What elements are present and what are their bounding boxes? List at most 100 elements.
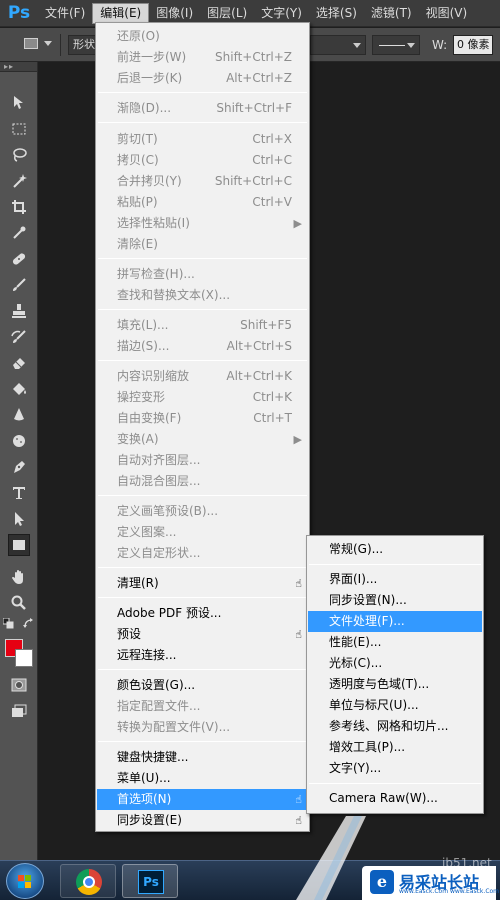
pen-tool-icon[interactable] (8, 456, 30, 478)
submenu-item-file-handling[interactable]: 文件处理(F)... (308, 611, 482, 632)
brush-tool-icon[interactable] (8, 274, 30, 296)
photoshop-logo: Ps (7, 3, 31, 23)
taskbar-chrome-button[interactable] (60, 864, 116, 898)
shape-mode-dropdown[interactable]: 形状 (68, 35, 96, 55)
menu-item-keyboard-shortcuts[interactable]: 键盘快捷键... (97, 747, 308, 768)
windows-logo-icon (18, 875, 32, 889)
menu-item-presets[interactable]: 预设 ☝ (97, 624, 308, 645)
menu-layer[interactable]: 图层(L) (200, 3, 254, 24)
menu-item-remote-connections[interactable]: 远程连接... (97, 645, 308, 666)
lasso-tool-icon[interactable] (8, 144, 30, 166)
tool-preset-icon[interactable] (24, 38, 38, 49)
menu-item-auto-blend-layers[interactable]: 自动混合图层... (97, 471, 308, 492)
submenu-item-transparency-gamut[interactable]: 透明度与色域(T)... (308, 674, 482, 695)
edit-menu-dropdown: 还原(O) 前进一步(W) Shift+Ctrl+Z 后退一步(K) Alt+Ctr… (95, 22, 310, 832)
menu-item-check-spelling[interactable]: 拼写检查(H)... (97, 264, 308, 285)
menu-separator (98, 567, 307, 568)
menu-item-free-transform[interactable]: 自由变换(F) Ctrl+T (97, 408, 308, 429)
eraser-icon[interactable] (8, 352, 30, 374)
path-selection-icon[interactable] (8, 508, 30, 530)
start-button[interactable] (6, 863, 44, 899)
menu-item-convert-to-profile[interactable]: 转换为配置文件(V)... (97, 717, 308, 738)
menu-item-clear[interactable]: 清除(E) (97, 234, 308, 255)
screen-mode-icon[interactable] (8, 700, 30, 722)
menu-view[interactable]: 视图(V) (419, 3, 475, 24)
submenu-item-performance[interactable]: 性能(E)... (308, 632, 482, 653)
submenu-item-general[interactable]: 常规(G)... (308, 539, 482, 560)
menu-item-find-replace[interactable]: 查找和替换文本(X)... (97, 285, 308, 306)
menu-item-transform[interactable]: 变换(A) ▶ (97, 429, 308, 450)
crop-tool-icon[interactable] (8, 196, 30, 218)
hand-tool-icon[interactable] (8, 566, 30, 588)
tools-panel: ▸▸ (0, 62, 38, 860)
submenu-item-plugins[interactable]: 增效工具(P)... (308, 737, 482, 758)
blur-tool-icon[interactable] (8, 404, 30, 426)
type-tool-icon[interactable] (8, 482, 30, 504)
submenu-item-camera-raw[interactable]: Camera Raw(W)... (308, 788, 482, 809)
menu-item-define-brush[interactable]: 定义画笔预设(B)... (97, 501, 308, 522)
menu-item-define-pattern[interactable]: 定义图案... (97, 522, 308, 543)
menu-item-preferences[interactable]: 首选项(N) ☝ (97, 789, 308, 810)
clone-stamp-icon[interactable] (8, 300, 30, 322)
preferences-submenu: 常规(G)... 界面(I)... 同步设置(N)... 文件处理(F)... … (306, 535, 484, 814)
menu-item-copy[interactable]: 拷贝(C) Ctrl+C (97, 150, 308, 171)
menu-item-menus[interactable]: 菜单(U)... (97, 768, 308, 789)
menu-select[interactable]: 选择(S) (309, 3, 364, 24)
menu-item-define-custom-shape[interactable]: 定义自定形状... (97, 543, 308, 564)
menu-edit[interactable]: 编辑(E) (92, 2, 150, 24)
menu-item-sync-settings[interactable]: 同步设置(E) ☝ (97, 810, 308, 831)
marquee-tool-icon[interactable] (8, 118, 30, 140)
menu-item-paste-special[interactable]: 选择性粘贴(I) ▶ (97, 213, 308, 234)
background-color-swatch[interactable] (15, 649, 33, 667)
menu-item-fill[interactable]: 填充(L)... Shift+F5 (97, 315, 308, 336)
default-colors-icon[interactable] (2, 617, 14, 629)
menu-item-auto-align-layers[interactable]: 自动对齐图层... (97, 450, 308, 471)
menu-item-adobe-pdf-presets[interactable]: Adobe PDF 预设... (97, 603, 308, 624)
submenu-item-type[interactable]: 文字(Y)... (308, 758, 482, 779)
dodge-tool-icon[interactable] (8, 430, 30, 452)
menu-item-content-aware-scale[interactable]: 内容识别缩放 Alt+Ctrl+K (97, 366, 308, 387)
preset-dropdown-icon[interactable] (44, 41, 52, 46)
eyedropper-icon[interactable] (8, 222, 30, 244)
history-brush-icon[interactable] (8, 326, 30, 348)
quick-mask-icon[interactable] (8, 674, 30, 696)
zoom-tool-icon[interactable] (8, 592, 30, 614)
menu-image[interactable]: 图像(I) (149, 3, 200, 24)
menu-filter[interactable]: 滤镜(T) (364, 3, 419, 24)
healing-brush-icon[interactable] (8, 248, 30, 270)
submenu-item-units-rulers[interactable]: 单位与标尺(U)... (308, 695, 482, 716)
move-tool-icon[interactable] (8, 92, 30, 114)
menu-separator (309, 564, 481, 565)
submenu-arrow-icon: ▶ (293, 217, 302, 230)
menu-item-color-settings[interactable]: 颜色设置(G)... (97, 675, 308, 696)
panel-grip[interactable]: ▸▸ (0, 62, 37, 72)
menu-file[interactable]: 文件(F) (38, 3, 92, 24)
menu-item-fade[interactable]: 渐隐(D)... Shift+Ctrl+F (97, 98, 308, 119)
menu-item-assign-profile[interactable]: 指定配置文件... (97, 696, 308, 717)
cursor-hand-icon: ☝ (295, 793, 302, 806)
submenu-item-interface[interactable]: 界面(I)... (308, 569, 482, 590)
submenu-item-cursors[interactable]: 光标(C)... (308, 653, 482, 674)
menu-item-cut[interactable]: 剪切(T) Ctrl+X (97, 129, 308, 150)
rectangle-tool-icon[interactable] (8, 534, 30, 556)
menu-item-puppet-warp[interactable]: 操控变形 Ctrl+K (97, 387, 308, 408)
width-input[interactable]: 0 像素 (453, 35, 493, 55)
menu-item-paste[interactable]: 粘贴(P) Ctrl+V (97, 192, 308, 213)
menu-item-step-backward[interactable]: 后退一步(K) Alt+Ctrl+Z (97, 68, 308, 89)
menu-item-step-forward[interactable]: 前进一步(W) Shift+Ctrl+Z (97, 47, 308, 68)
submenu-item-sync-settings[interactable]: 同步设置(N)... (308, 590, 482, 611)
paint-bucket-icon[interactable] (8, 378, 30, 400)
menu-item-copy-merged[interactable]: 合并拷贝(Y) Shift+Ctrl+C (97, 171, 308, 192)
submenu-item-guides-grid-slices[interactable]: 参考线、网格和切片... (308, 716, 482, 737)
stroke-width-dropdown[interactable] (310, 35, 366, 55)
chevron-down-icon (407, 43, 415, 48)
menu-item-undo[interactable]: 还原(O) (97, 26, 308, 47)
menu-item-purge[interactable]: 清理(R) ☝ (97, 573, 308, 594)
menu-type[interactable]: 文字(Y) (254, 3, 309, 24)
menu-item-stroke[interactable]: 描边(S)... Alt+Ctrl+S (97, 336, 308, 357)
stroke-type-dropdown[interactable] (372, 35, 420, 55)
chrome-icon (76, 869, 102, 895)
magic-wand-icon[interactable] (8, 170, 30, 192)
swap-colors-icon[interactable] (22, 617, 34, 629)
taskbar-photoshop-button[interactable]: Ps (122, 864, 178, 898)
